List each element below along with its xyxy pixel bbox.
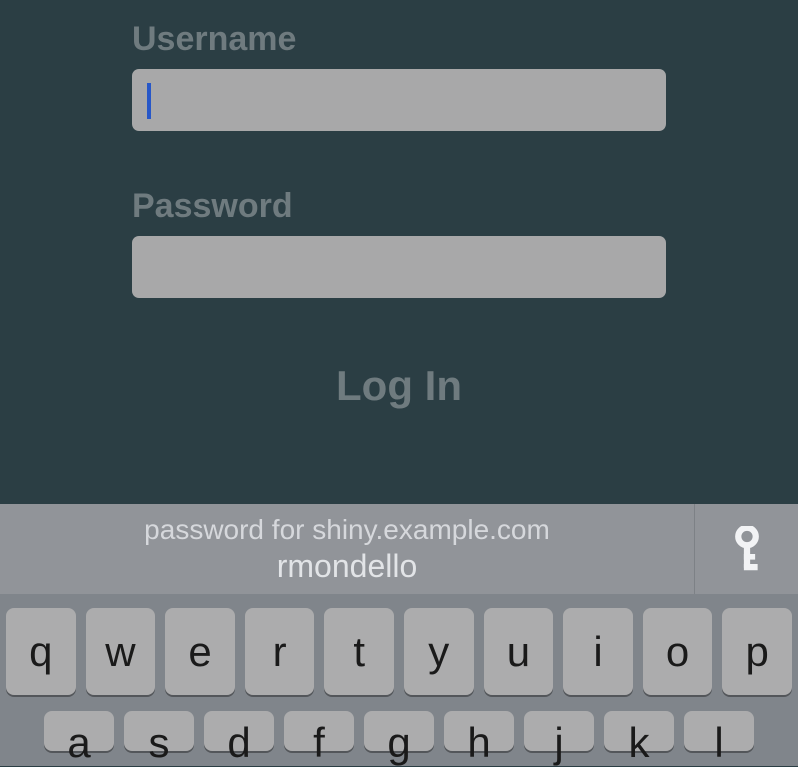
key-j[interactable]: j xyxy=(524,711,594,751)
key-t[interactable]: t xyxy=(324,608,394,695)
username-label: Username xyxy=(132,20,666,59)
username-field-wrap xyxy=(132,69,666,131)
key-i[interactable]: i xyxy=(563,608,633,695)
key-a[interactable]: a xyxy=(44,711,114,751)
key-p[interactable]: p xyxy=(722,608,792,695)
key-s[interactable]: s xyxy=(124,711,194,751)
keyboard: q w e r t y u i o p a s d f g h j k l xyxy=(0,594,798,766)
key-h[interactable]: h xyxy=(444,711,514,751)
key-l[interactable]: l xyxy=(684,711,754,751)
key-icon xyxy=(732,526,762,572)
key-o[interactable]: o xyxy=(643,608,713,695)
autofill-label: password for shiny.example.com xyxy=(144,514,550,546)
autofill-bar: password for shiny.example.com rmondello xyxy=(0,504,798,594)
key-q[interactable]: q xyxy=(6,608,76,695)
keyboard-row-2: a s d f g h j k l xyxy=(6,711,792,751)
autofill-suggestion[interactable]: password for shiny.example.com rmondello xyxy=(0,504,694,594)
password-manager-button[interactable] xyxy=(694,504,798,594)
login-button[interactable]: Log In xyxy=(132,362,666,410)
autofill-username: rmondello xyxy=(277,548,418,585)
key-f[interactable]: f xyxy=(284,711,354,751)
password-input[interactable] xyxy=(132,236,666,298)
key-e[interactable]: e xyxy=(165,608,235,695)
text-cursor xyxy=(147,83,151,119)
key-u[interactable]: u xyxy=(484,608,554,695)
login-form: Username Password Log In xyxy=(0,0,798,410)
username-input[interactable] xyxy=(132,69,666,131)
keyboard-row-1: q w e r t y u i o p xyxy=(6,608,792,695)
password-label: Password xyxy=(132,187,666,226)
key-r[interactable]: r xyxy=(245,608,315,695)
key-d[interactable]: d xyxy=(204,711,274,751)
key-k[interactable]: k xyxy=(604,711,674,751)
key-y[interactable]: y xyxy=(404,608,474,695)
key-w[interactable]: w xyxy=(86,608,156,695)
key-g[interactable]: g xyxy=(364,711,434,751)
password-field-wrap xyxy=(132,236,666,298)
